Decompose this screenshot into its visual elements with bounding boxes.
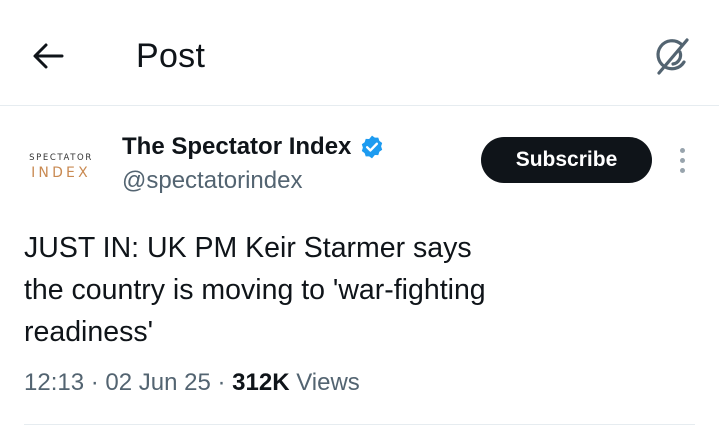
more-vertical-icon: [679, 147, 685, 153]
avatar[interactable]: SPECTATOR INDEX: [22, 142, 100, 192]
views-label: Views: [296, 369, 360, 396]
back-button[interactable]: [26, 34, 70, 78]
grok-button[interactable]: [648, 32, 696, 80]
avatar-logo-top: SPECTATOR: [29, 153, 93, 163]
page-title: Post: [136, 37, 206, 75]
author-handle[interactable]: @spectatorindex: [122, 166, 302, 196]
author-display-name[interactable]: The Spectator Index: [122, 131, 351, 163]
views-count: 312K: [232, 369, 290, 396]
post-date[interactable]: 02 Jun 25: [105, 369, 210, 396]
author-name-row: The Spectator Index: [122, 131, 385, 163]
post-time[interactable]: 12:13: [24, 369, 84, 396]
top-bar: Post: [0, 0, 719, 106]
post-metadata: 12:13 · 02 Jun 25 · 312K Views: [24, 366, 360, 400]
post-detail-screen: Post SPECTATOR INDEX The Spectator Index…: [0, 0, 719, 443]
subscribe-button[interactable]: Subscribe: [481, 137, 652, 183]
meta-separator: ·: [90, 369, 99, 396]
verified-badge-icon[interactable]: [359, 134, 385, 160]
arrow-left-icon: [33, 43, 64, 69]
avatar-logo-bottom: INDEX: [31, 165, 91, 181]
divider: [24, 424, 695, 425]
post-text: JUST IN: UK PM Keir Starmer says the cou…: [24, 232, 486, 348]
more-options-button[interactable]: [668, 144, 696, 176]
grok-icon: [656, 38, 689, 75]
meta-separator: ·: [217, 369, 226, 396]
